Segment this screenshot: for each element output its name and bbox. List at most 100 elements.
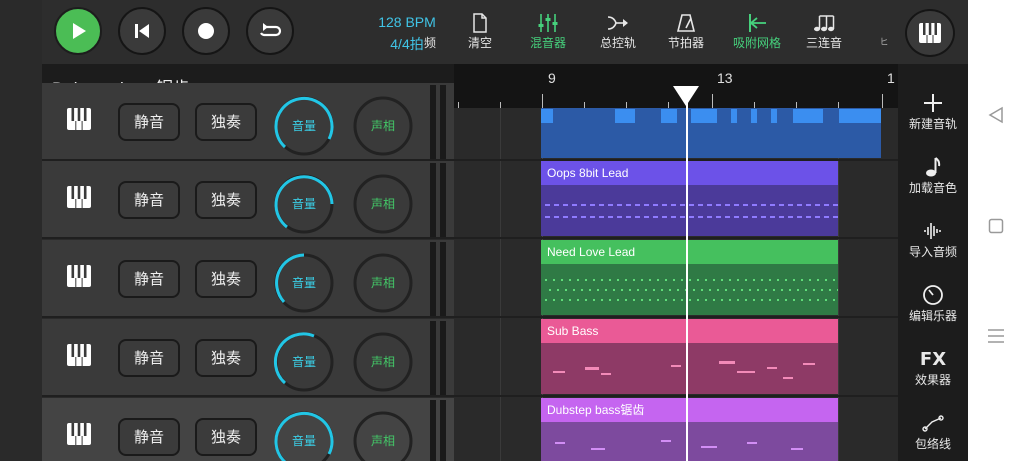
volume-knob[interactable]: 音量 [273, 410, 335, 461]
effects-label: 效果器 [914, 373, 951, 387]
toolbar-mixer[interactable]: 混音器 [526, 11, 570, 57]
volume-knob[interactable]: 音量 [273, 173, 335, 235]
piano-icon[interactable] [66, 185, 92, 209]
record-icon [198, 23, 214, 39]
clip[interactable] [541, 108, 881, 158]
master-arrow-icon [607, 16, 628, 30]
toolbar-clear[interactable]: 清空 [460, 11, 500, 57]
solo-button[interactable]: 独奏 [195, 339, 257, 377]
pan-knob[interactable]: 声相 [352, 410, 414, 461]
piano-icon[interactable] [66, 107, 92, 131]
load-sound-button[interactable]: 加载音色 [898, 154, 968, 196]
clip-title: Sub Bass [541, 319, 838, 343]
edit-instrument-button[interactable]: 编辑乐器 [898, 282, 968, 324]
plus-icon [924, 94, 942, 112]
piano-icon[interactable] [66, 343, 92, 367]
toolbar-master[interactable]: 总控轨 [596, 11, 640, 57]
track-row: 静音 独奏 音量 声相 [42, 161, 454, 239]
piano-roll-button[interactable] [905, 9, 955, 57]
piano-icon[interactable] [66, 422, 92, 446]
level-meter [440, 163, 446, 237]
envelope-button[interactable]: 包络线 [898, 410, 968, 452]
volume-label: 音量 [291, 355, 316, 369]
loop-button[interactable] [246, 7, 294, 55]
clip[interactable]: Need Love Lead [541, 240, 838, 315]
pan-label: 声相 [370, 434, 395, 448]
volume-knob[interactable]: 音量 [273, 331, 335, 393]
mute-button[interactable]: 静音 [118, 181, 180, 219]
fx-icon: FX [919, 348, 947, 370]
arrangement-grid[interactable]: Oops 8bit Lead Need Love Lead Sub Bass D… [454, 108, 898, 461]
level-meter [430, 400, 436, 461]
volume-knob[interactable]: 音量 [273, 95, 335, 157]
record-button[interactable] [182, 7, 230, 55]
toolbar-more[interactable]: ヒ [876, 11, 892, 57]
mute-button[interactable]: 静音 [118, 103, 180, 141]
solo-button[interactable]: 独奏 [195, 181, 257, 219]
pan-knob[interactable]: 声相 [352, 173, 414, 235]
back-triangle-icon [988, 106, 1003, 124]
skip-back-icon [135, 24, 149, 38]
pan-knob[interactable]: 声相 [352, 252, 414, 314]
play-button[interactable] [54, 7, 102, 55]
volume-knob[interactable]: 音量 [273, 252, 335, 314]
volume-label: 音量 [291, 119, 316, 133]
track-list: 静音 独奏 音量 声相 静音 独奏 音量 声相 静音 独奏 音量 声相 静音 独… [42, 83, 454, 461]
nav-menu-button[interactable] [968, 326, 1024, 346]
toolbar-label: 吸附网格 [732, 36, 781, 50]
effects-button[interactable]: FX 效果器 [898, 346, 968, 388]
piano-icon [919, 23, 941, 43]
clip-notes [545, 279, 838, 301]
rewind-button[interactable] [118, 7, 166, 55]
nav-home-button[interactable] [968, 216, 1024, 236]
music-note-icon [926, 157, 941, 177]
clip-notes [555, 440, 803, 450]
solo-button[interactable]: 独奏 [195, 260, 257, 298]
track-row: 静音 独奏 音量 声相 [42, 83, 454, 161]
edit-instrument-label: 编辑乐器 [908, 309, 957, 323]
clip-notes [553, 361, 815, 379]
toolbar-label: 频 [423, 36, 436, 50]
pan-knob[interactable]: 声相 [352, 95, 414, 157]
toolbar-metronome[interactable]: 节拍器 [664, 11, 708, 57]
ruler-bar-13: 13 [717, 70, 733, 86]
import-audio-label: 导入音频 [908, 245, 957, 259]
level-meter [430, 321, 436, 395]
envelope-label: 包络线 [914, 437, 951, 451]
new-track-button[interactable]: 新建音轨 [898, 90, 968, 132]
level-meter [430, 85, 436, 159]
clip[interactable]: Dubstep bass锯齿 [541, 398, 838, 461]
toolbar-snap-grid[interactable]: 吸附网格 [730, 11, 784, 57]
metronome-icon [676, 14, 696, 32]
playhead-line[interactable] [686, 96, 688, 461]
daw-app: 128 BPM 4/4拍 频 清空 混音器 总控轨 节拍器 吸附网格 三连音 ヒ… [0, 0, 968, 461]
solo-button[interactable]: 独奏 [195, 418, 257, 456]
nav-back-button[interactable] [968, 104, 1024, 126]
level-meter [440, 242, 446, 316]
clip[interactable]: Oops 8bit Lead [541, 161, 838, 236]
home-square-icon [988, 218, 1004, 234]
system-navigation-bar [968, 0, 1024, 461]
toolbar-label: 混音器 [529, 36, 566, 50]
mute-button[interactable]: 静音 [118, 260, 180, 298]
solo-button[interactable]: 独奏 [195, 103, 257, 141]
mute-button[interactable]: 静音 [118, 339, 180, 377]
gauge-icon [923, 285, 943, 305]
clip-title: Dubstep bass锯齿 [541, 398, 838, 422]
toolbar-label: 三连音 [805, 36, 842, 50]
pan-knob[interactable]: 声相 [352, 331, 414, 393]
piano-icon[interactable] [66, 264, 92, 288]
clip[interactable]: Sub Bass [541, 319, 838, 394]
toolbar-triplet[interactable]: 三连音 [802, 11, 846, 57]
volume-label: 音量 [291, 276, 316, 290]
level-meter [430, 242, 436, 316]
toolbar-item-cut[interactable]: 频 [420, 11, 440, 57]
track-row-selected: 静音 独奏 音量 声相 [42, 398, 454, 461]
right-panel: 新建音轨 加载音色 导入音频 编辑乐器 FX 效果器 包络线 [898, 64, 968, 461]
import-audio-button[interactable]: 导入音频 [898, 218, 968, 260]
play-icon [73, 23, 86, 39]
pan-label: 声相 [370, 355, 395, 369]
new-track-label: 新建音轨 [908, 117, 957, 131]
clip-title: Need Love Lead [541, 240, 838, 264]
mute-button[interactable]: 静音 [118, 418, 180, 456]
